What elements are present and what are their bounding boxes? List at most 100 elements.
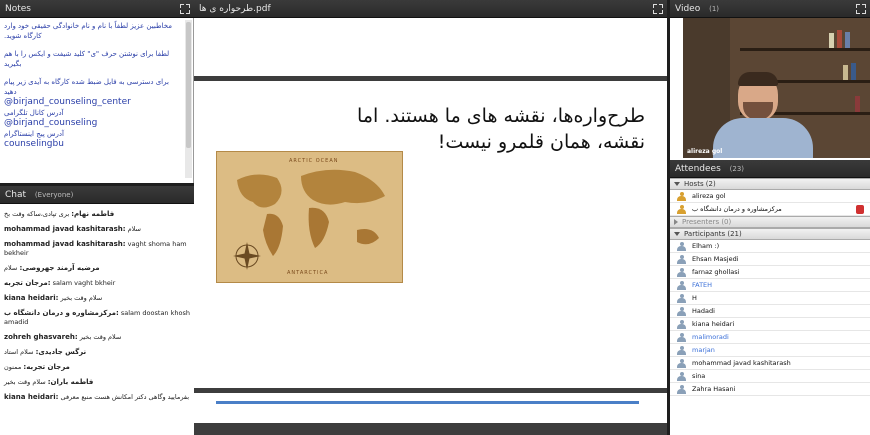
chat-sender: مرجان تجربه:: [4, 279, 51, 287]
attendee-list[interactable]: Hosts (2) alireza gol مرکزمشاوره و درمان…: [670, 178, 870, 435]
participant-icon: [677, 281, 686, 290]
attendee-row[interactable]: H: [670, 292, 870, 305]
host-icon: [677, 205, 686, 214]
expand-icon[interactable]: [856, 4, 866, 14]
chat-scope[interactable]: (Everyone): [35, 191, 73, 199]
attendee-row[interactable]: FATEH: [670, 279, 870, 292]
participant-icon: [677, 255, 686, 264]
participant-icon: [677, 242, 686, 251]
attendee-row[interactable]: mohammad javad kashitarash: [670, 357, 870, 370]
chat-message: مرکزمشاوره و درمان دانشگاه ب: salam doos…: [4, 309, 190, 327]
presenters-section-header[interactable]: Presenters (0): [670, 216, 870, 228]
participant-icon: [677, 268, 686, 277]
participants-section-header[interactable]: Participants (21): [670, 228, 870, 240]
meeting-room: Notes مخاطبین عزیز لطفاً با نام و نام خا…: [0, 0, 870, 435]
expand-icon[interactable]: [653, 4, 663, 14]
attendee-row[interactable]: Ehsan Masjedi: [670, 253, 870, 266]
host-icon: [677, 192, 686, 201]
chat-text: سلام وقت بخیر: [79, 333, 122, 341]
notes-header: Notes: [0, 0, 194, 18]
chat-message: مرجان تجربه: salam vaght bkheir: [4, 279, 190, 288]
attendee-name: kiana heidari: [692, 320, 735, 328]
attendee-row[interactable]: مرکزمشاوره و درمان دانشگاه ب: [670, 203, 870, 216]
collapse-icon: [674, 182, 680, 186]
chat-text: سلام وقت بخیر: [60, 294, 103, 302]
chat-title: Chat: [5, 190, 27, 200]
chat-header: Chat (Everyone): [0, 186, 194, 204]
channel-handle: @birjand_counseling_center: [4, 97, 131, 107]
hosts-section-header[interactable]: Hosts (2): [670, 178, 870, 190]
book: [845, 32, 850, 48]
pdf-viewer[interactable]: طرح‌واره‌ها، نقشه های ما هستند. اما نقشه…: [194, 18, 667, 435]
attendee-name: Ehsan Masjedi: [692, 255, 739, 263]
shelf-1: [740, 48, 870, 51]
video-count: (1): [709, 5, 720, 13]
book: [829, 33, 834, 48]
page-handle: @birjand_counseling: [4, 118, 98, 128]
chat-sender: نرگس جادیدی:: [35, 348, 87, 356]
attendee-name: FATEH: [692, 281, 713, 289]
attendee-row[interactable]: Elham :): [670, 240, 870, 253]
hosts-label: Hosts (2): [684, 180, 716, 188]
chat-message: مرجان تجربه: ممنون: [4, 363, 190, 372]
attendee-row[interactable]: farnaz ghollasi: [670, 266, 870, 279]
last-handle: counselingbu: [4, 139, 64, 149]
presenters-label: Presenters (0): [682, 218, 732, 226]
chat-message-list: فاطمه نهام: بری تپادی،ساکه وقت بخ mohamma…: [4, 210, 190, 402]
chat-text: salam vaght bkheir: [52, 279, 116, 287]
attendee-row[interactable]: marjan: [670, 344, 870, 357]
participants-label: Participants (21): [684, 230, 742, 238]
chat-panel[interactable]: فاطمه نهام: بری تپادی،ساکه وقت بخ mohamma…: [0, 204, 194, 435]
pdf-page-current: طرح‌واره‌ها، نقشه های ما هستند. اما نقشه…: [194, 81, 667, 388]
attendee-name: Hadadi: [692, 307, 715, 315]
expand-icon[interactable]: [180, 4, 190, 14]
chat-sender: مرکزمشاوره و درمان دانشگاه ب:: [4, 309, 119, 317]
book: [855, 96, 860, 112]
expand-icon: [674, 219, 678, 225]
next-page-rule: [216, 401, 639, 404]
notes-scroll-thumb[interactable]: [186, 22, 191, 148]
chat-message: mohammad javad kashitarash: vaght shoma …: [4, 240, 190, 258]
notes-panel[interactable]: مخاطبین عزیز لطفاً با نام و نام خانوادگی…: [0, 18, 194, 183]
participant-icon: [677, 307, 686, 316]
attendee-row[interactable]: alireza gol: [670, 190, 870, 203]
chat-sender: kiana heidari:: [4, 294, 59, 302]
chat-text: بری تپادی،ساکه وقت بخ: [4, 210, 70, 218]
pdf-page-next: [194, 393, 667, 423]
video-title: Video: [675, 4, 701, 14]
participant-icon: [677, 294, 686, 303]
attendee-row[interactable]: malimoradi: [670, 331, 870, 344]
attendee-row[interactable]: kiana heidari: [670, 318, 870, 331]
notes-line-3: برای دسترسی به فایل ضبط شده کارگاه به آی…: [4, 78, 169, 96]
notes-line-1: مخاطبین عزیز لطفاً با نام و نام خانوادگی…: [4, 22, 172, 40]
notes-scrollbar[interactable]: [185, 20, 192, 178]
attendee-row[interactable]: Zahra Hasani: [670, 383, 870, 396]
attendee-row[interactable]: sina: [670, 370, 870, 383]
chat-text: سلام: [4, 264, 18, 272]
chat-message: نرگس جادیدی: سلام استاد: [4, 348, 190, 357]
chat-message: فاطمه نهام: بری تپادی،ساکه وقت بخ: [4, 210, 190, 219]
chat-sender: mohammad javad kashitarash:: [4, 225, 126, 233]
chat-message: فاطمه باران: سلام وقت بخیر: [4, 378, 190, 387]
video-header: Video (1): [670, 0, 870, 18]
attendees-header: Attendees (23): [670, 160, 870, 178]
chat-text: سلام وقت بخیر: [4, 378, 46, 386]
presenter-shirt: [713, 118, 813, 158]
attendee-name: malimoradi: [692, 333, 729, 341]
world-map-image: ARCTIC OCEAN ANTARCTICA: [216, 151, 403, 283]
attendee-name: mohammad javad kashitarash: [692, 359, 791, 367]
participant-icon: [677, 333, 686, 342]
attendee-name: farnaz ghollasi: [692, 268, 740, 276]
attendee-row[interactable]: Hadadi: [670, 305, 870, 318]
map-illustration: [217, 152, 402, 282]
video-presenter-name: alireza gol: [687, 148, 723, 155]
chat-sender: فاطمه نهام:: [71, 210, 115, 218]
book: [851, 63, 856, 80]
participant-icon: [677, 385, 686, 394]
page-label: آدرس پیج اینستاگرام: [4, 130, 64, 138]
video-feed[interactable]: alireza gol: [683, 18, 870, 158]
chat-message: kiana heidari: بفرمایید وگاهی دکتر امکان…: [4, 393, 190, 402]
attendee-name: H: [692, 294, 697, 302]
attendees-count: (23): [729, 165, 745, 173]
chat-text: ممنون: [4, 363, 22, 371]
